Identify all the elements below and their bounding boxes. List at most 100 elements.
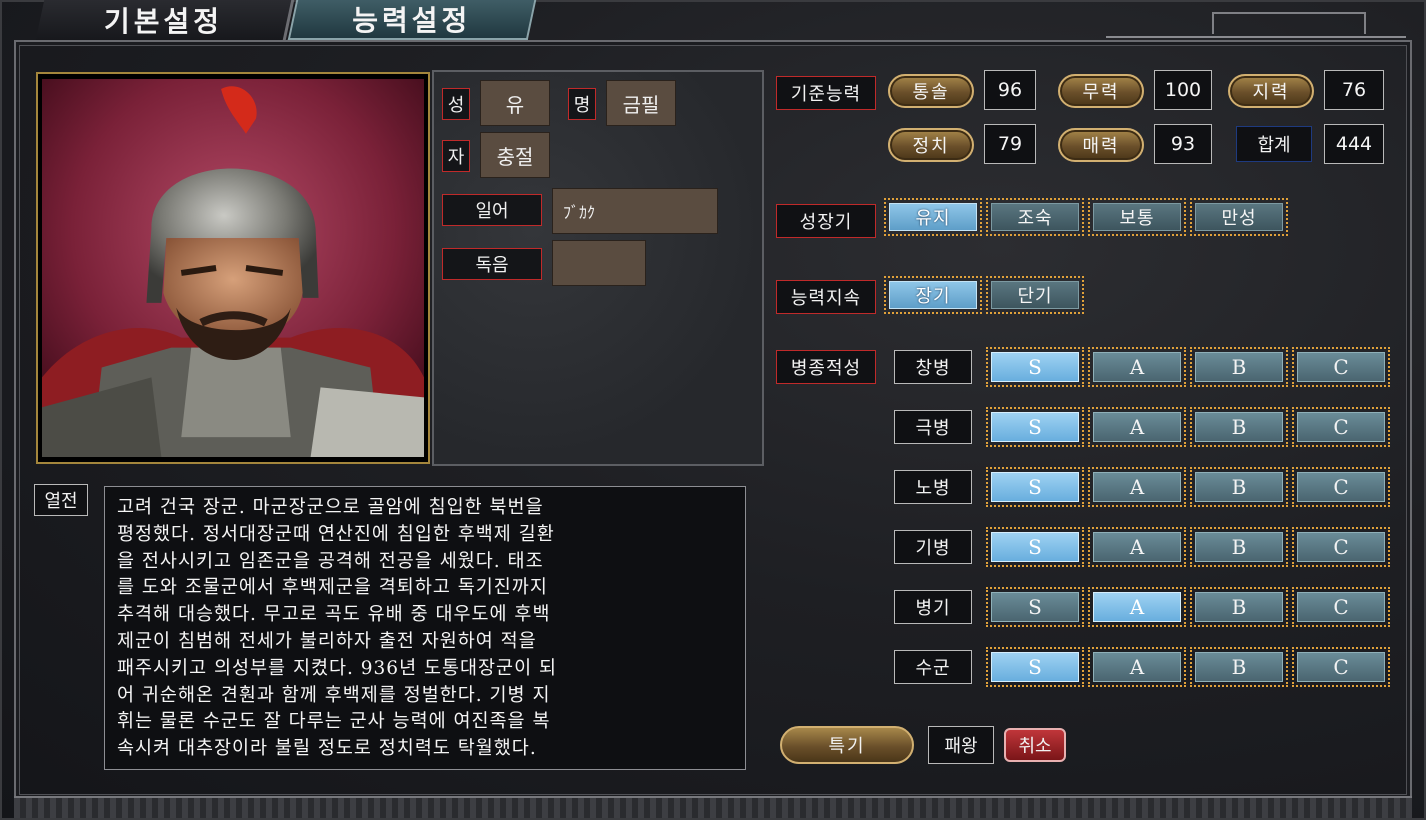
unit-type-label: 노병 <box>894 470 972 504</box>
stat-button-charisma[interactable]: 매력 <box>1058 128 1144 162</box>
aptitude-grade-s-button[interactable]: S <box>986 407 1084 447</box>
stat-value-strength[interactable]: 100 <box>1154 70 1212 110</box>
sustain-option-long[interactable]: 장기 <box>884 276 982 314</box>
general-portrait <box>36 72 430 464</box>
bio-line: 추격해 대승했다. 무고로 곡도 유배 중 대우도에 후백 <box>117 604 551 626</box>
aptitude-grade-label: A <box>1093 592 1181 622</box>
surname-field[interactable]: 유 <box>480 80 550 126</box>
given-name-label: 명 <box>568 88 596 120</box>
aptitude-grade-label: S <box>991 352 1079 382</box>
aptitude-grade-s-button[interactable]: S <box>986 347 1084 387</box>
portrait-image <box>42 78 424 458</box>
unit-type-label: 기병 <box>894 530 972 564</box>
aptitude-grade-c-button[interactable]: C <box>1292 647 1390 687</box>
bio-line: 속시켜 대추장이라 불릴 정도로 정치력도 탁월했다. <box>117 738 537 760</box>
aptitude-grade-a-button[interactable]: A <box>1088 467 1186 507</box>
base-stats-label: 기준능력 <box>776 76 876 110</box>
aptitude-grade-c-button[interactable]: C <box>1292 347 1390 387</box>
aptitude-grade-label: C <box>1297 412 1385 442</box>
bottom-ornament <box>14 796 1412 818</box>
aptitude-grade-label: A <box>1093 352 1181 382</box>
aptitude-grade-label: S <box>991 532 1079 562</box>
growth-option-normal[interactable]: 보통 <box>1088 198 1186 236</box>
skill-value: 패왕 <box>928 726 994 764</box>
stat-value-politics[interactable]: 79 <box>984 124 1036 164</box>
bio-line: 제군이 침범해 전세가 불리하자 출전 자원하여 적을 <box>117 630 537 652</box>
stat-button-intelligence[interactable]: 지력 <box>1228 74 1314 108</box>
sustain-option-label: 장기 <box>915 286 951 307</box>
stat-value-charisma[interactable]: 93 <box>1154 124 1212 164</box>
skill-cancel-button[interactable]: 취소 <box>1004 728 1066 762</box>
bio-line: 어 귀순해온 견훤과 함께 후백제를 정벌한다. 기병 지 <box>117 684 551 706</box>
aptitude-grade-label: B <box>1195 592 1283 622</box>
aptitude-grade-label: A <box>1093 652 1181 682</box>
total-value: 444 <box>1324 124 1384 164</box>
tab-ability-settings[interactable]: 능력설정 <box>287 0 537 40</box>
aptitude-grade-c-button[interactable]: C <box>1292 527 1390 567</box>
aptitude-grade-c-button[interactable]: C <box>1292 587 1390 627</box>
aptitude-grade-label: B <box>1195 652 1283 682</box>
aptitude-grade-a-button[interactable]: A <box>1088 647 1186 687</box>
aptitude-label: 병종적성 <box>776 350 876 384</box>
aptitude-grade-label: S <box>991 412 1079 442</box>
surname-label: 성 <box>442 88 470 120</box>
aptitude-grade-a-button[interactable]: A <box>1088 587 1186 627</box>
bio-line: 패주시키고 의성부를 지켰다. 936년 도통대장군이 되 <box>117 657 557 679</box>
aptitude-grade-s-button[interactable]: S <box>986 467 1084 507</box>
aptitude-grade-b-button[interactable]: B <box>1190 407 1288 447</box>
aptitude-grade-s-button[interactable]: S <box>986 587 1084 627</box>
growth-option-label: 보통 <box>1119 208 1155 229</box>
aptitude-grade-b-button[interactable]: B <box>1190 347 1288 387</box>
aptitude-grade-a-button[interactable]: A <box>1088 527 1186 567</box>
aptitude-grade-b-button[interactable]: B <box>1190 467 1288 507</box>
aptitude-grade-label: C <box>1297 592 1385 622</box>
bio-label: 열전 <box>34 484 88 516</box>
bio-line: 평정했다. 정서대장군때 연산진에 침입한 후백제 길환 <box>117 523 555 545</box>
aptitude-grade-s-button[interactable]: S <box>986 647 1084 687</box>
stat-button-politics[interactable]: 정치 <box>888 128 974 162</box>
aptitude-grade-c-button[interactable]: C <box>1292 407 1390 447</box>
aptitude-grade-label: A <box>1093 412 1181 442</box>
aptitude-grade-s-button[interactable]: S <box>986 527 1084 567</box>
growth-option-late[interactable]: 만성 <box>1190 198 1288 236</box>
japanese-field[interactable]: ﾌﾞｶｸ <box>552 188 718 234</box>
style-name-label: 자 <box>442 140 470 172</box>
growth-option-maintain[interactable]: 유지 <box>884 198 982 236</box>
unit-type-label: 병기 <box>894 590 972 624</box>
bio-line: 를 도와 조물군에서 후백제군을 격퇴하고 독기진까지 <box>117 577 548 599</box>
growth-option-early[interactable]: 조숙 <box>986 198 1084 236</box>
sustain-label: 능력지속 <box>776 280 876 314</box>
bio-line: 고려 건국 장군. 마군장군으로 골암에 침입한 북번을 <box>117 497 544 518</box>
given-name-field[interactable]: 금필 <box>606 80 676 126</box>
growth-option-label: 유지 <box>915 208 951 229</box>
aptitude-grade-label: B <box>1195 412 1283 442</box>
style-name-field[interactable]: 충절 <box>480 132 550 178</box>
aptitude-grade-a-button[interactable]: A <box>1088 407 1186 447</box>
stat-value-intelligence[interactable]: 76 <box>1324 70 1384 110</box>
unit-type-label: 극병 <box>894 410 972 444</box>
aptitude-grade-label: B <box>1195 532 1283 562</box>
stat-button-leadership[interactable]: 통솔 <box>888 74 974 108</box>
skill-button[interactable]: 특기 <box>780 726 914 764</box>
reading-label: 독음 <box>442 248 542 280</box>
sustain-option-short[interactable]: 단기 <box>986 276 1084 314</box>
bio-line: 을 전사시키고 임존군을 공격해 전공을 세웠다. 태조 <box>117 550 544 572</box>
bio-line: 휘는 물론 수군도 잘 다루는 군사 능력에 여진족을 복 <box>117 711 551 733</box>
tab-basic-settings[interactable]: 기본설정 <box>35 0 295 40</box>
aptitude-grade-b-button[interactable]: B <box>1190 647 1288 687</box>
aptitude-grade-b-button[interactable]: B <box>1190 527 1288 567</box>
japanese-label: 일어 <box>442 194 542 226</box>
stat-button-strength[interactable]: 무력 <box>1058 74 1144 108</box>
aptitude-grade-a-button[interactable]: A <box>1088 347 1186 387</box>
aptitude-grade-label: B <box>1195 352 1283 382</box>
aptitude-grade-label: A <box>1093 532 1181 562</box>
aptitude-grade-b-button[interactable]: B <box>1190 587 1288 627</box>
aptitude-grade-label: A <box>1093 472 1181 502</box>
aptitude-grade-c-button[interactable]: C <box>1292 467 1390 507</box>
aptitude-grade-label: S <box>991 472 1079 502</box>
growth-option-label: 만성 <box>1221 208 1257 229</box>
unit-type-label: 창병 <box>894 350 972 384</box>
bio-text[interactable]: 고려 건국 장군. 마군장군으로 골암에 침입한 북번을 평정했다. 정서대장군… <box>104 486 746 770</box>
stat-value-leadership[interactable]: 96 <box>984 70 1036 110</box>
reading-field[interactable] <box>552 240 646 286</box>
